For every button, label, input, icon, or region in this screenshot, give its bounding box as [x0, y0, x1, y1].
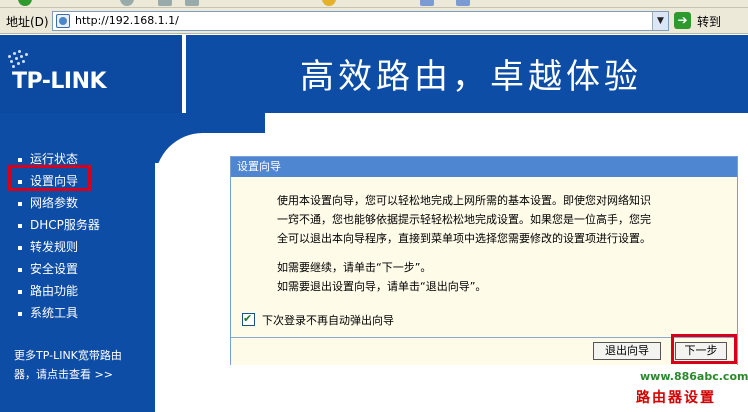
continue-hint: 如需要继续，请单击“下一步”。	[277, 261, 432, 274]
more-line-2[interactable]: 器，请点击查看 >>	[14, 365, 154, 384]
favorites-icon[interactable]	[322, 0, 336, 6]
tp-link-logo: TP-LINK	[12, 69, 107, 94]
sidebar-item-label: 网络参数	[30, 196, 79, 210]
auto-popup-label[interactable]: 下次登录不再自动弹出向导	[262, 312, 394, 328]
browser-toolbar	[0, 0, 748, 8]
go-arrow-icon[interactable]: ➔	[674, 12, 691, 29]
header-divider	[182, 35, 186, 113]
panel-footer	[231, 337, 737, 365]
plus-icon	[18, 289, 22, 294]
plus-icon	[18, 245, 22, 250]
address-bar: 地址(D) http://192.168.1.1/ ▼ ➔ 转到	[0, 8, 748, 34]
go-button[interactable]: ➔ 转到	[674, 11, 744, 31]
sidebar-item-label: 路由功能	[30, 284, 79, 298]
watermark-name: 路由器设置	[636, 390, 716, 406]
address-url[interactable]: http://192.168.1.1/	[75, 14, 179, 27]
next-button-highlight	[671, 334, 737, 364]
description-line: 使用本设置向导，您可以轻松地完成上网所需的基本设置。即使您对网络知识	[277, 194, 651, 207]
forward-icon[interactable]	[120, 0, 134, 6]
sidebar-item-label: 系统工具	[30, 306, 79, 320]
sidebar-item-label: DHCP服务器	[30, 218, 100, 232]
router-admin-page: 地址(D) http://192.168.1.1/ ▼ ➔ 转到 TP-LINK…	[0, 0, 748, 412]
dropdown-arrow-icon[interactable]: ▼	[652, 12, 668, 30]
mail-icon[interactable]	[456, 0, 470, 6]
setup-wizard-highlight	[8, 165, 91, 191]
sidebar-item-forwarding[interactable]: 转发规则	[18, 238, 78, 255]
exit-wizard-button[interactable]: 退出向导	[593, 342, 661, 360]
plus-icon	[18, 311, 22, 316]
description-line: 一窍不通，您也能够依据提示轻轻松松地完成设置。如果您是一位高手，您完	[277, 213, 651, 226]
watermark-site: www.886abc.com	[640, 370, 748, 383]
exit-hint: 如需要退出设置向导，请单击“退出向导”。	[277, 280, 487, 293]
go-label[interactable]: 转到	[697, 13, 721, 30]
panel-description: 使用本设置向导，您可以轻松地完成上网所需的基本设置。即使您对网络知识 一窍不通，…	[277, 191, 717, 296]
stop-icon[interactable]	[158, 0, 172, 6]
sidebar-item-label: 安全设置	[30, 262, 79, 276]
sidebar-item-label: 运行状态	[30, 152, 79, 166]
plus-icon	[18, 201, 22, 206]
address-label: 地址(D)	[6, 15, 49, 29]
sidebar-item-system-tools[interactable]: 系统工具	[18, 304, 78, 321]
description-line: 全可以退出本向导程序，直接到菜单项中选择您需要修改的设置项进行设置。	[277, 232, 651, 245]
router-header: TP-LINK 高效路由，卓越体验	[0, 35, 748, 113]
setup-wizard-panel: 设置向导 使用本设置向导，您可以轻松地完成上网所需的基本设置。即使您对网络知识 …	[230, 156, 738, 365]
auto-popup-checkbox[interactable]	[242, 312, 255, 326]
header-slogan: 高效路由，卓越体验	[300, 57, 642, 97]
panel-title: 设置向导	[231, 157, 737, 177]
sidebar-item-security[interactable]: 安全设置	[18, 260, 78, 277]
refresh-icon[interactable]	[185, 0, 199, 6]
logo-area: TP-LINK	[0, 35, 182, 113]
back-icon[interactable]	[18, 0, 32, 6]
plus-icon	[18, 223, 22, 228]
sidebar-item-routing[interactable]: 路由功能	[18, 282, 78, 299]
sidebar-item-network[interactable]: 网络参数	[18, 194, 78, 211]
page-icon	[56, 14, 70, 28]
more-line-1[interactable]: 更多TP-LINK宽带路由	[14, 346, 154, 365]
sidebar-item-dhcp[interactable]: DHCP服务器	[18, 216, 100, 233]
address-input[interactable]: http://192.168.1.1/ ▼	[52, 11, 669, 31]
more-products-link[interactable]: 更多TP-LINK宽带路由 器，请点击查看 >>	[14, 346, 154, 384]
bullet-icon	[18, 157, 22, 162]
plus-icon	[18, 267, 22, 272]
sidebar-item-label: 转发规则	[30, 240, 79, 254]
history-icon[interactable]	[420, 0, 434, 6]
